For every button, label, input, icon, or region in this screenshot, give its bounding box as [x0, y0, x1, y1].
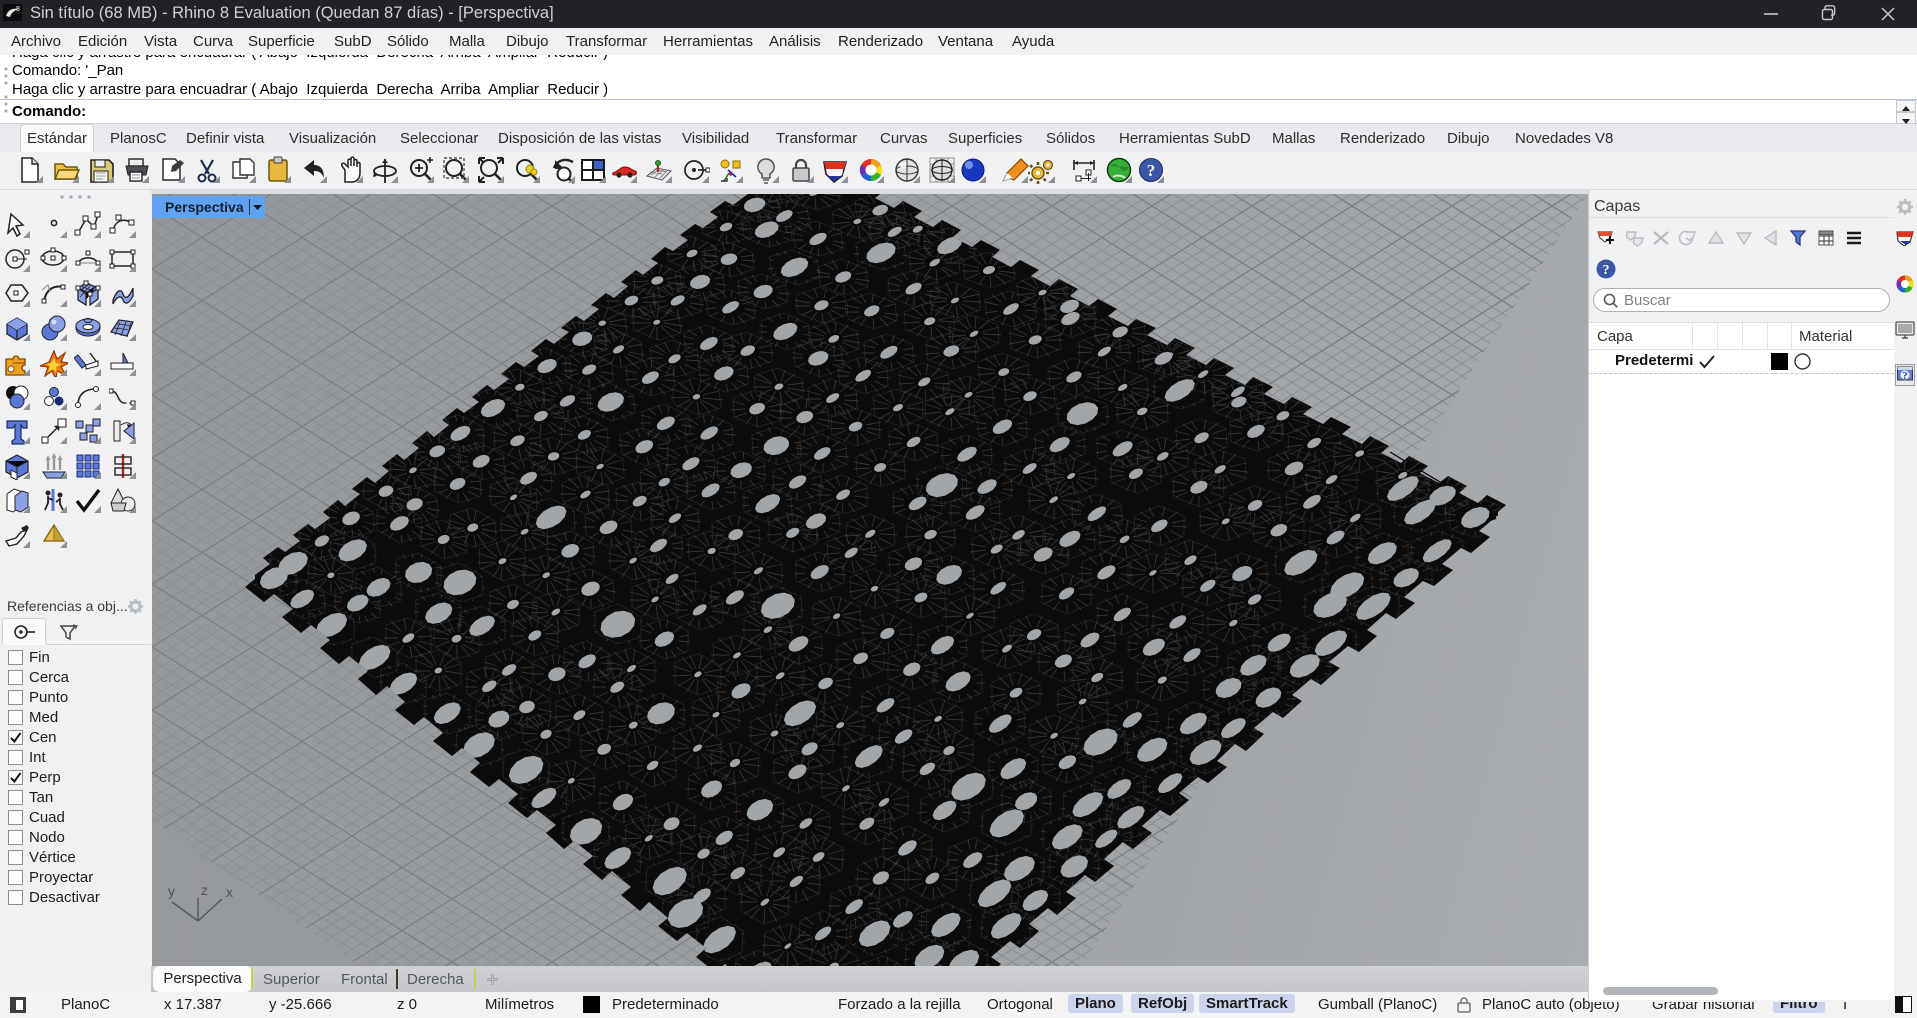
svg-text:y: y	[168, 884, 175, 899]
svg-text:8: 8	[16, 6, 20, 13]
svg-text:?: ?	[1603, 263, 1610, 278]
svg-text:?: ?	[1902, 370, 1908, 382]
svg-text:?: ?	[1147, 161, 1156, 180]
svg-text:x: x	[226, 884, 233, 900]
svg-text:z: z	[201, 884, 208, 898]
